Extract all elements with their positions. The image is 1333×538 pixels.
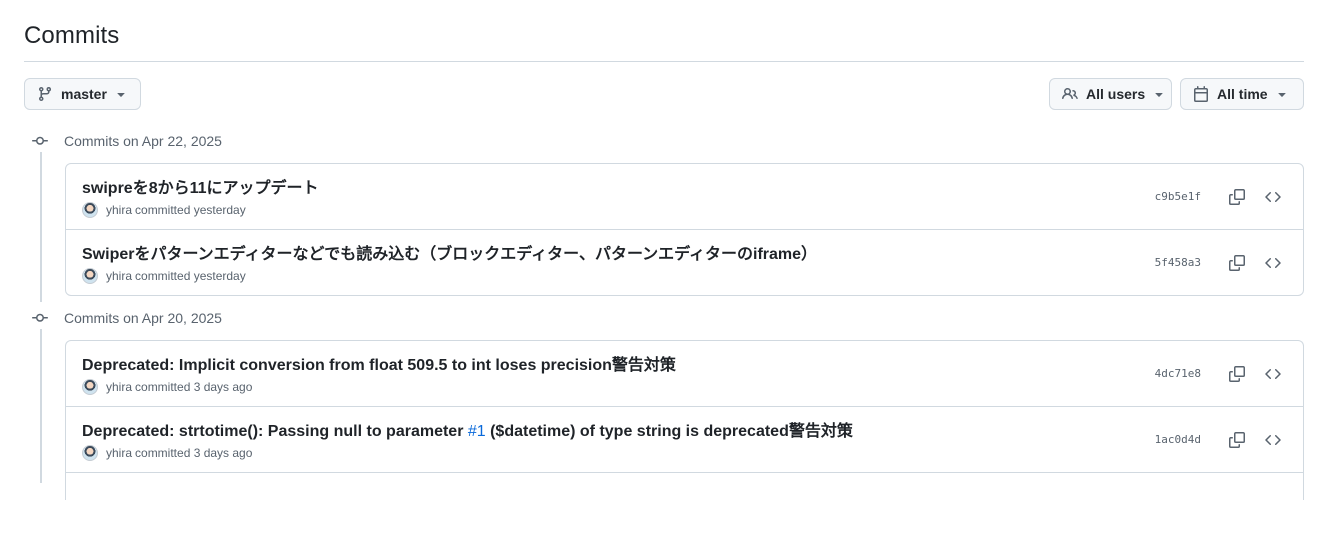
commit-list: swipreを8から11にアップデート yhira committed yest… xyxy=(65,163,1304,296)
calendar-icon xyxy=(1193,86,1209,102)
copy-icon[interactable] xyxy=(1223,426,1251,454)
commit-meta: yhira committed yesterday xyxy=(82,201,246,219)
copy-icon[interactable] xyxy=(1223,249,1251,277)
commit-row: Deprecated: strtotime(): Passing null to… xyxy=(66,406,1303,472)
commit-time: committed yesterday xyxy=(135,203,246,217)
avatar[interactable] xyxy=(82,268,98,284)
git-commit-icon xyxy=(32,133,48,149)
commit-message-link[interactable]: Deprecated: strtotime(): Passing null to… xyxy=(82,417,853,441)
page-title: Commits xyxy=(24,22,120,49)
git-commit-icon xyxy=(32,310,48,326)
triangle-down-icon xyxy=(1151,86,1167,102)
copy-icon[interactable] xyxy=(1223,183,1251,211)
commit-message-link[interactable]: swipreを8から11にアップデート xyxy=(82,174,319,198)
commit-author[interactable]: yhira xyxy=(106,203,132,217)
branch-selector-label: master xyxy=(61,86,107,102)
time-filter-button[interactable]: All time xyxy=(1180,78,1304,110)
commit-group-header: Commits on Apr 22, 2025 xyxy=(24,131,222,151)
commit-sha[interactable]: c9b5e1f xyxy=(1155,190,1201,203)
git-branch-icon xyxy=(37,86,53,102)
commit-sha[interactable]: 1ac0d4d xyxy=(1155,433,1201,446)
code-icon[interactable] xyxy=(1259,249,1287,277)
commit-author[interactable]: yhira xyxy=(106,269,132,283)
commit-author[interactable]: yhira xyxy=(106,446,132,460)
avatar[interactable] xyxy=(82,202,98,218)
commit-message-text: Deprecated: strtotime(): Passing null to… xyxy=(82,423,468,440)
title-divider xyxy=(24,61,1304,62)
commit-row: Deprecated: Implicit conversion from flo… xyxy=(66,341,1303,406)
time-filter-label: All time xyxy=(1217,86,1268,102)
commit-actions: 1ac0d4d xyxy=(1155,426,1287,454)
people-icon xyxy=(1062,86,1078,102)
avatar[interactable] xyxy=(82,445,98,461)
commit-row xyxy=(66,472,1303,538)
commit-time: committed 3 days ago xyxy=(135,446,253,460)
commit-group-date: Commits on Apr 22, 2025 xyxy=(64,133,222,149)
commit-time: committed 3 days ago xyxy=(135,380,253,394)
avatar[interactable] xyxy=(82,379,98,395)
commit-row: swipreを8から11にアップデート yhira committed yest… xyxy=(66,164,1303,229)
commit-meta: yhira committed 3 days ago xyxy=(82,378,252,396)
commit-row: Swiperをパターンエディターなどでも読み込む（ブロックエディター、パターンエ… xyxy=(66,229,1303,295)
commit-group-header: Commits on Apr 20, 2025 xyxy=(24,308,222,328)
users-filter-label: All users xyxy=(1086,86,1146,102)
commits-page: Commits master All users All time Commit… xyxy=(24,0,1304,500)
timeline-line xyxy=(40,152,42,302)
commit-message-link[interactable]: Deprecated: Implicit conversion from flo… xyxy=(82,351,676,375)
copy-icon[interactable] xyxy=(1223,360,1251,388)
commit-sha[interactable]: 4dc71e8 xyxy=(1155,367,1201,380)
code-icon[interactable] xyxy=(1259,360,1287,388)
timeline-line xyxy=(40,329,42,483)
commit-author[interactable]: yhira xyxy=(106,380,132,394)
triangle-down-icon xyxy=(113,86,129,102)
commit-message-text: ($datetime) of type string is deprecated… xyxy=(485,423,853,440)
commit-sha[interactable]: 5f458a3 xyxy=(1155,256,1201,269)
branch-selector-button[interactable]: master xyxy=(24,78,141,110)
commit-actions: c9b5e1f xyxy=(1155,183,1287,211)
code-icon[interactable] xyxy=(1259,183,1287,211)
commit-meta: yhira committed 3 days ago xyxy=(82,444,252,462)
code-icon[interactable] xyxy=(1259,426,1287,454)
commit-list: Deprecated: Implicit conversion from flo… xyxy=(65,340,1304,500)
commit-actions: 5f458a3 xyxy=(1155,249,1287,277)
issue-link[interactable]: #1 xyxy=(468,423,486,440)
commit-message-link[interactable]: Swiperをパターンエディターなどでも読み込む（ブロックエディター、パターンエ… xyxy=(82,240,817,264)
commit-actions: 4dc71e8 xyxy=(1155,360,1287,388)
users-filter-button[interactable]: All users xyxy=(1049,78,1172,110)
commit-time: committed yesterday xyxy=(135,269,246,283)
triangle-down-icon xyxy=(1274,86,1290,102)
commit-group-date: Commits on Apr 20, 2025 xyxy=(64,310,222,326)
commit-meta: yhira committed yesterday xyxy=(82,267,246,285)
